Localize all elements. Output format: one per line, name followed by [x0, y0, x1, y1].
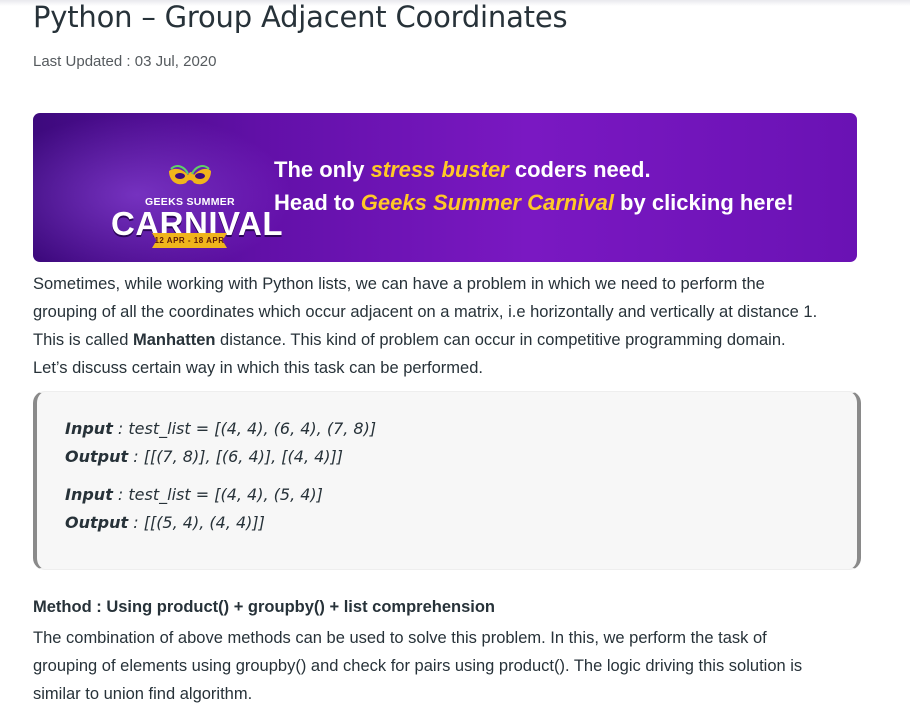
example-1-input: Input : test_list = [(4, 4), (6, 4), (7,… — [65, 419, 377, 438]
tagline-line-1: The only stress buster coders need. — [274, 157, 651, 182]
tagline-highlight-1: stress buster — [370, 157, 509, 182]
intro-paragraph: Sometimes, while working with Python lis… — [33, 270, 817, 382]
promo-banner[interactable]: GEEKS SUMMER CARNIVAL 12 APR - 18 APR Th… — [33, 113, 857, 262]
tagline-line-2: Head to Geeks Summer Carnival by clickin… — [274, 190, 794, 215]
intro-line: This is called Manhatten distance. This … — [33, 331, 786, 349]
example-box: Input : test_list = [(4, 4), (6, 4), (7,… — [33, 391, 861, 570]
intro-line: Sometimes, while working with Python lis… — [33, 275, 765, 293]
example-2-input: Input : test_list = [(4, 4), (5, 4)] — [65, 485, 323, 504]
example-1-output: Output : [[(7, 8)], [(6, 4)], [(4, 4)]] — [65, 447, 344, 466]
method-heading: Method : Using product() + groupby() + l… — [33, 598, 495, 616]
carnival-logo: GEEKS SUMMER CARNIVAL 12 APR - 18 APR — [71, 137, 283, 248]
method-line: grouping of elements using groupby() and… — [33, 657, 803, 675]
carnival-mask-icon — [169, 165, 211, 185]
tagline-highlight-2: Geeks Summer Carnival — [360, 190, 614, 215]
last-updated-date: Last Updated : 03 Jul, 2020 — [33, 53, 217, 70]
logo-dates-ribbon: 12 APR - 18 APR — [152, 233, 227, 248]
method-paragraph: The combination of above methods can be … — [33, 624, 802, 708]
intro-line: grouping of all the coordinates which oc… — [33, 303, 818, 321]
method-line: The combination of above methods can be … — [33, 629, 767, 647]
page-title: Python – Group Adjacent Coordinates — [33, 0, 568, 34]
example-2-output: Output : [[(5, 4), (4, 4)]] — [65, 513, 265, 532]
method-line: similar to union find algorithm. — [33, 685, 253, 703]
manhatten-term: Manhatten — [132, 331, 216, 349]
banner-tagline: The only stress buster coders need. Head… — [274, 153, 794, 219]
intro-line: Let’s discuss certain way in which this … — [33, 359, 483, 377]
